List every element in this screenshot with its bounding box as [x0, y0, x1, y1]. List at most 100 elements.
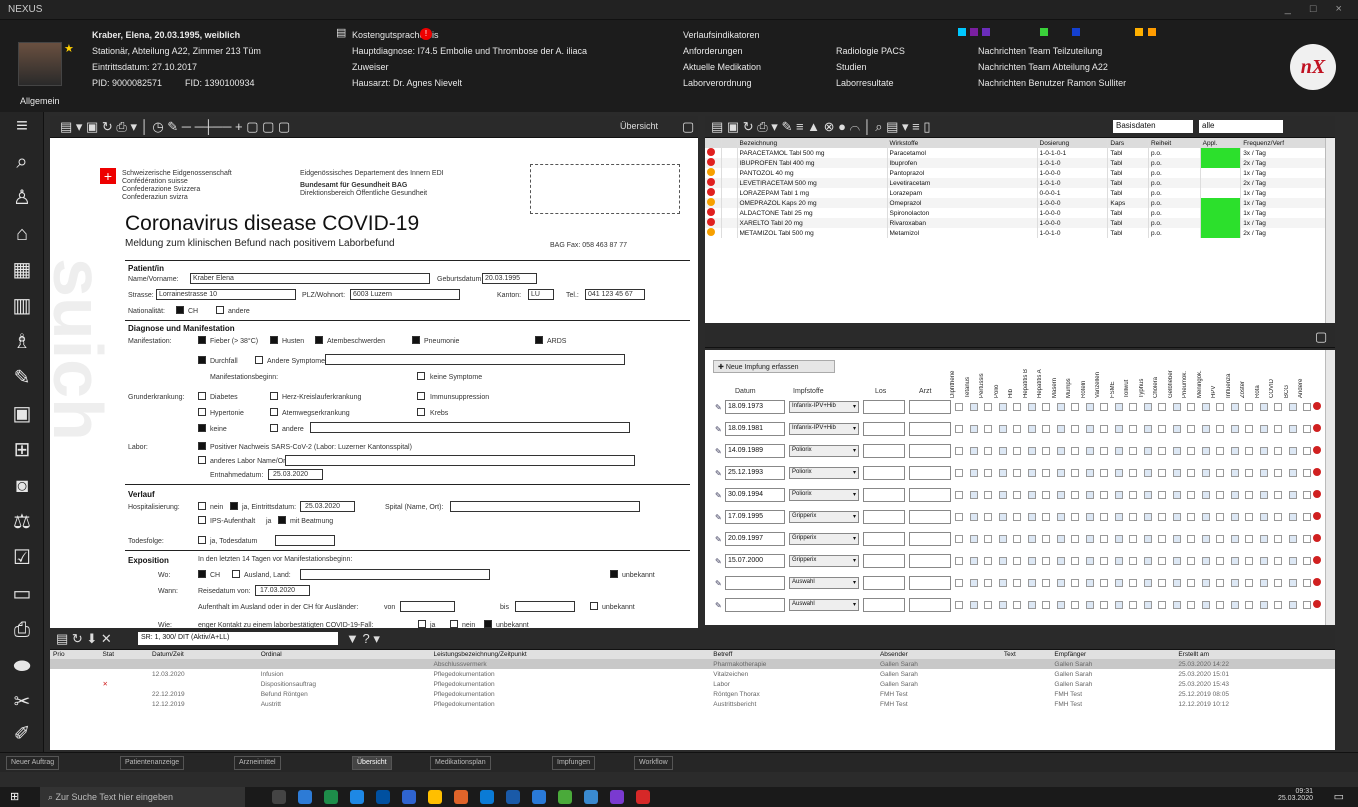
vac-checkbox[interactable] [1274, 425, 1282, 433]
vac-checkbox[interactable] [998, 491, 1007, 499]
table-row[interactable]: METAMIZOL Tabl 500 mg Metamizol 1-0-1-0 Tab… [705, 228, 1335, 238]
vac-checkbox[interactable] [1056, 557, 1065, 565]
vac-checkbox[interactable] [1172, 513, 1181, 521]
news-user[interactable]: Nachrichten Benutzer Ramon Sulliter [978, 78, 1126, 88]
table-row[interactable]: XARELTO Tabl 20 mg Rivaroxaban 1-0-0-0 Tabl… [705, 218, 1335, 228]
vac-checkbox[interactable] [1274, 491, 1282, 499]
delete-icon[interactable] [1313, 468, 1321, 476]
list-item[interactable]: ✎ 15.07.2000 Gripperix ▾ [715, 552, 1321, 572]
checkbox-cardio[interactable] [270, 392, 278, 400]
scale-icon[interactable]: ⚖ [8, 508, 36, 536]
vac-checkbox[interactable] [1201, 557, 1210, 565]
vac-checkbox[interactable] [1027, 513, 1036, 521]
vac-checkbox[interactable] [1042, 425, 1050, 433]
list-item[interactable]: ✎ 25.12.1993 Poliorix ▾ [715, 464, 1321, 484]
vac-checkbox[interactable] [1245, 535, 1253, 543]
vac-checkbox[interactable] [1172, 469, 1181, 477]
news-team[interactable]: Nachrichten Team Teilzuteilung [978, 46, 1102, 56]
vac-checkbox[interactable] [1259, 513, 1268, 521]
vac-lot-field[interactable] [863, 422, 905, 436]
vac-date-field[interactable]: 30.09.1994 [725, 488, 785, 502]
vac-checkbox[interactable] [1085, 513, 1094, 521]
vac-checkbox[interactable] [1187, 513, 1195, 521]
vac-checkbox[interactable] [1100, 513, 1108, 521]
vac-checkbox[interactable] [1042, 491, 1050, 499]
tab-6[interactable]: Workflow [634, 756, 673, 770]
app-icon[interactable] [376, 790, 390, 804]
col-header[interactable]: Prio [50, 650, 100, 659]
list-item[interactable]: ✎ Auswahl ▾ [715, 596, 1321, 616]
link-lab-results[interactable]: Laborresultate [836, 78, 894, 88]
vac-checkbox[interactable] [1216, 579, 1224, 587]
other-sym-field[interactable] [325, 354, 625, 365]
vac-checkbox[interactable] [1027, 601, 1036, 609]
vac-checkbox[interactable] [1013, 535, 1021, 543]
vac-checkbox[interactable] [1230, 403, 1239, 411]
vac-checkbox[interactable] [1158, 469, 1166, 477]
filter-icon[interactable]: ▼ ? ▾ [346, 631, 380, 647]
vac-checkbox[interactable] [1230, 557, 1239, 565]
vac-checkbox[interactable] [1100, 535, 1108, 543]
vac-checkbox[interactable] [1288, 513, 1297, 521]
vac-checkbox[interactable] [1071, 447, 1079, 455]
vac-checkbox[interactable] [998, 557, 1007, 565]
vac-checkbox[interactable] [998, 469, 1007, 477]
delete-icon[interactable] [1313, 446, 1321, 454]
tab-1[interactable]: Patientenanzeige [120, 756, 185, 770]
table-row[interactable]: IBUPROFEN Tabl 400 mg Ibuprofen 1-0-1-0 Tab… [705, 158, 1335, 168]
vac-checkbox[interactable] [1129, 535, 1137, 543]
vac-checkbox[interactable] [1143, 601, 1152, 609]
vac-checkbox[interactable] [998, 601, 1007, 609]
delete-icon[interactable] [1313, 600, 1321, 608]
vac-checkbox[interactable] [955, 403, 963, 411]
vac-checkbox[interactable] [1230, 535, 1239, 543]
vac-checkbox[interactable] [1216, 447, 1224, 455]
vac-checkbox[interactable] [998, 579, 1007, 587]
vac-checkbox[interactable] [1303, 557, 1311, 565]
patient-icon[interactable]: ♙ [8, 184, 36, 212]
checkbox-pneumonia[interactable] [412, 336, 420, 344]
checkbox-breath[interactable] [315, 336, 323, 344]
vac-checkbox[interactable] [1071, 579, 1079, 587]
delete-icon[interactable] [1313, 578, 1321, 586]
vac-checkbox[interactable] [1114, 557, 1123, 565]
pills-icon[interactable]: ⬬ [8, 652, 36, 680]
bed-icon[interactable]: ⊞ [8, 436, 36, 464]
vac-checkbox[interactable] [1085, 601, 1094, 609]
vac-checkbox[interactable] [1071, 557, 1079, 565]
vac-checkbox[interactable] [1114, 403, 1123, 411]
vac-checkbox[interactable] [984, 513, 992, 521]
vac-checkbox[interactable] [1143, 447, 1152, 455]
star-icon[interactable]: ★ [64, 42, 74, 55]
vac-checkbox[interactable] [1129, 601, 1137, 609]
link-indicators[interactable]: Verlaufsindikatoren [683, 30, 760, 40]
news-ward[interactable]: Nachrichten Team Abteilung A22 [978, 62, 1108, 72]
vac-checkbox[interactable] [1129, 557, 1137, 565]
vac-checkbox[interactable] [1114, 579, 1123, 587]
vac-checkbox[interactable] [1042, 557, 1050, 565]
vac-checkbox[interactable] [1172, 601, 1181, 609]
vac-checkbox[interactable] [969, 535, 978, 543]
vac-checkbox[interactable] [1100, 491, 1108, 499]
vac-checkbox[interactable] [1143, 491, 1152, 499]
col-header[interactable]: Frequenz/Verf [1240, 138, 1335, 148]
vac-checkbox[interactable] [1187, 601, 1195, 609]
vac-checkbox[interactable] [1056, 491, 1065, 499]
vac-checkbox[interactable] [1042, 447, 1050, 455]
vac-date-field[interactable]: 14.09.1989 [725, 444, 785, 458]
vac-lot-field[interactable] [863, 444, 905, 458]
table-row[interactable]: ALDACTONE Tabl 25 mg Spironolacton 1-0-0-0… [705, 208, 1335, 218]
vac-vaccine-select[interactable]: Auswahl ▾ [789, 577, 859, 589]
col-header[interactable]: Stat [99, 650, 150, 659]
death-date-field[interactable] [275, 535, 335, 546]
delete-icon[interactable] [1313, 556, 1321, 564]
edit-icon[interactable]: ✎ [715, 535, 722, 544]
vac-checkbox[interactable] [1143, 403, 1152, 411]
vac-checkbox[interactable] [1201, 491, 1210, 499]
app-icon[interactable] [506, 790, 520, 804]
clock[interactable]: 09:31 25.03.2020 [1278, 788, 1313, 802]
maximize-icon[interactable]: ▢ [1315, 329, 1327, 345]
col-header[interactable]: Leistungsbezeichnung/Zeitpunkt [430, 650, 711, 659]
notification-icon[interactable]: ▭ [1334, 790, 1344, 803]
vac-checkbox[interactable] [1027, 469, 1036, 477]
